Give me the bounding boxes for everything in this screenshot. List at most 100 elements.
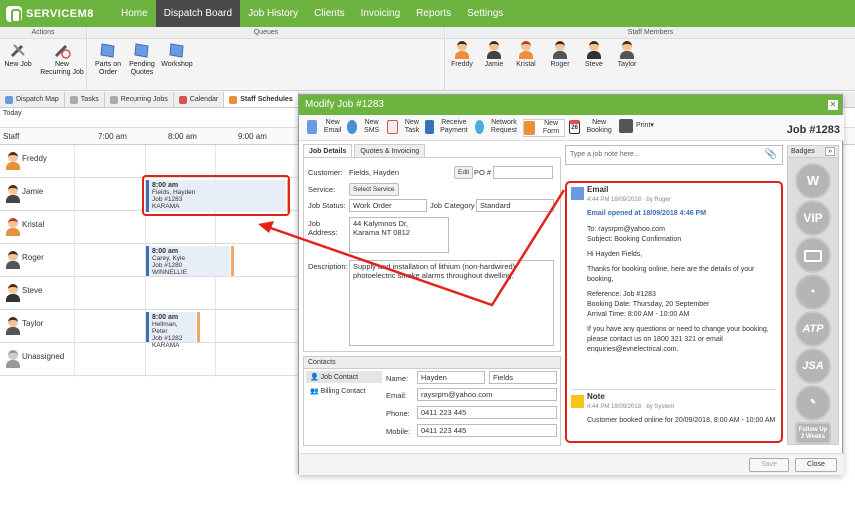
paperclip-icon[interactable]: 📎: [765, 149, 777, 160]
logo-icon: [6, 5, 22, 23]
payment-icon: [425, 120, 434, 134]
tab-recurring-jobs[interactable]: Recurring Jobs: [105, 92, 174, 107]
activity-panel: Type a job note here... 📎 Email 4:44 PM …: [565, 145, 783, 445]
staff-kristal[interactable]: Kristal: [513, 41, 539, 68]
staff-icon: [229, 95, 238, 104]
staff-title: Staff Members: [446, 27, 855, 39]
new-task-button[interactable]: New Task: [387, 119, 423, 135]
new-recurring-job-button[interactable]: New Recurring Job: [40, 41, 84, 77]
time-8am: 8:00 am: [168, 132, 197, 141]
nav-dispatch-board[interactable]: Dispatch Board: [155, 0, 241, 27]
workshop-button[interactable]: Workshop: [160, 41, 194, 69]
print-button[interactable]: Print ▾: [619, 119, 657, 133]
contact-icon: 👤: [310, 374, 321, 381]
schedule-row: Unassigned: [0, 343, 300, 376]
badge-vip[interactable]: VIP: [795, 200, 831, 236]
staff-group: Staff Members Freddy Jamie Kristal Roger…: [446, 27, 855, 91]
po-number-input[interactable]: [493, 166, 553, 179]
tab-calendar[interactable]: Calendar: [174, 92, 225, 107]
badge-signature-icon[interactable]: ✎: [795, 385, 831, 421]
duration-stripe: [197, 312, 200, 342]
servicem8-logo[interactable]: SERVICEM8: [0, 0, 113, 27]
job-form: Customer: Fields, Hayden Edit PO # Servi…: [303, 157, 561, 352]
job-card[interactable]: 8:00 am Hellman, Peter Job #1282 KARAMA: [146, 312, 200, 349]
badge-jsa[interactable]: JSA: [795, 348, 831, 384]
new-email-button[interactable]: New Email: [307, 119, 345, 135]
network-request-button[interactable]: Network Request: [475, 119, 521, 135]
badges-panel: Badges » W VIP ● ATP JSA ✎ Follow Up 2 W…: [787, 145, 839, 445]
description-input[interactable]: Supply and installation of lithium (non-…: [349, 260, 554, 346]
avatar: [586, 41, 602, 59]
printer-icon: [619, 119, 633, 133]
top-navigation: SERVICEM8 Home Dispatch Board Job Histor…: [0, 0, 855, 27]
save-button[interactable]: Save: [749, 458, 789, 472]
avatar: [5, 350, 20, 368]
tab-staff-schedules[interactable]: Staff Schedules: [224, 92, 299, 107]
email-icon: [307, 120, 318, 134]
job-address-input[interactable]: 44 Kalymnos Dr, Karama NT 0812: [349, 217, 449, 253]
staff-roger[interactable]: Roger: [547, 41, 573, 68]
job-category-select[interactable]: Standard: [476, 199, 554, 212]
feed-email-item[interactable]: Email 4:44 PM 18/09/2018 · by Roger Emai…: [587, 185, 779, 355]
new-sms-button[interactable]: New SMS: [347, 119, 383, 135]
close-icon[interactable]: ✕: [828, 100, 838, 110]
feed-note-item[interactable]: Note 4:44 PM 18/09/2018 · by System Cust…: [587, 392, 779, 426]
folder-icon: [133, 41, 151, 59]
job-card[interactable]: 8:00 am Carey, Kyle Job #1280 WINNELLIE: [146, 246, 234, 276]
highlight-box: [142, 175, 290, 216]
nav-reports[interactable]: Reports: [408, 0, 459, 27]
nav-invoicing[interactable]: Invoicing: [353, 0, 408, 27]
avatar: [518, 41, 534, 59]
actions-title: Actions: [0, 27, 86, 39]
pending-quotes-button[interactable]: Pending Quotes: [126, 41, 158, 77]
staff-steve[interactable]: Steve: [581, 41, 607, 68]
staff-freddy[interactable]: Freddy: [450, 41, 474, 68]
tab-quotes-invoicing[interactable]: Quotes & Invoicing: [354, 144, 426, 157]
parts-on-order-button[interactable]: Parts on Order: [92, 41, 124, 77]
edit-customer-button[interactable]: Edit: [454, 166, 474, 179]
tab-tasks[interactable]: Tasks: [65, 92, 105, 107]
nav-settings[interactable]: Settings: [459, 0, 511, 27]
receive-payment-button[interactable]: Receive Payment: [425, 119, 471, 135]
staff-jamie[interactable]: Jamie: [482, 41, 506, 68]
collapse-icon[interactable]: »: [825, 147, 835, 156]
badge-card-icon[interactable]: [795, 237, 831, 273]
badge-w[interactable]: W: [795, 163, 831, 199]
last-name-input[interactable]: Fields: [489, 371, 557, 384]
time-9am: 9:00 am: [238, 132, 267, 141]
new-booking-button[interactable]: 26 New Booking: [569, 119, 615, 135]
nav-job-history[interactable]: Job History: [240, 0, 306, 27]
activity-feed: Email 4:44 PM 18/09/2018 · by Roger Emai…: [565, 181, 783, 443]
billing-contact-tab[interactable]: 👥 Billing Contact: [306, 385, 382, 397]
tab-job-details[interactable]: Job Details: [303, 144, 353, 157]
new-job-button[interactable]: New Job: [4, 41, 32, 69]
job-details-panel: Job Details Quotes & Invoicing Customer:…: [303, 144, 561, 352]
modify-job-dialog: Modify Job #1283 ✕ New Email New SMS New …: [298, 94, 844, 475]
first-name-input[interactable]: Hayden: [417, 371, 485, 384]
actions-group: Actions New Job New Recurring Job: [0, 27, 87, 91]
calendar-icon: 26: [569, 120, 581, 134]
staff-taylor[interactable]: Taylor: [614, 41, 640, 68]
job-contact-tab[interactable]: 👤 Job Contact: [306, 371, 382, 383]
queues-group: Queues Parts on Order Pending Quotes Wor…: [88, 27, 445, 91]
new-form-button[interactable]: New Form: [523, 119, 565, 137]
email-input[interactable]: raysrpm@yahoo.com: [417, 388, 557, 401]
job-status-select[interactable]: Work Order: [349, 199, 427, 212]
task-icon: [387, 120, 398, 134]
job-note-input[interactable]: Type a job note here...: [565, 145, 783, 165]
badge-follow-up[interactable]: Follow Up 2 Weeks: [795, 422, 831, 444]
nav-clients[interactable]: Clients: [306, 0, 353, 27]
select-service-button[interactable]: Select Service: [349, 183, 399, 196]
badge-generic-icon[interactable]: ●: [795, 274, 831, 310]
close-button[interactable]: Close: [795, 458, 837, 472]
badge-atp[interactable]: ATP: [795, 311, 831, 347]
mobile-input[interactable]: 0411 223 445: [417, 424, 557, 437]
tab-dispatch-map[interactable]: Dispatch Map: [0, 92, 65, 107]
avatar: [619, 41, 635, 59]
nav-home[interactable]: Home: [113, 0, 156, 27]
today-button[interactable]: Today: [3, 110, 22, 117]
phone-input[interactable]: 0411 223 445: [417, 406, 557, 419]
email-icon: [571, 187, 584, 200]
dialog-footer: Save Close: [299, 453, 844, 475]
schedule-row: Freddy: [0, 145, 300, 178]
